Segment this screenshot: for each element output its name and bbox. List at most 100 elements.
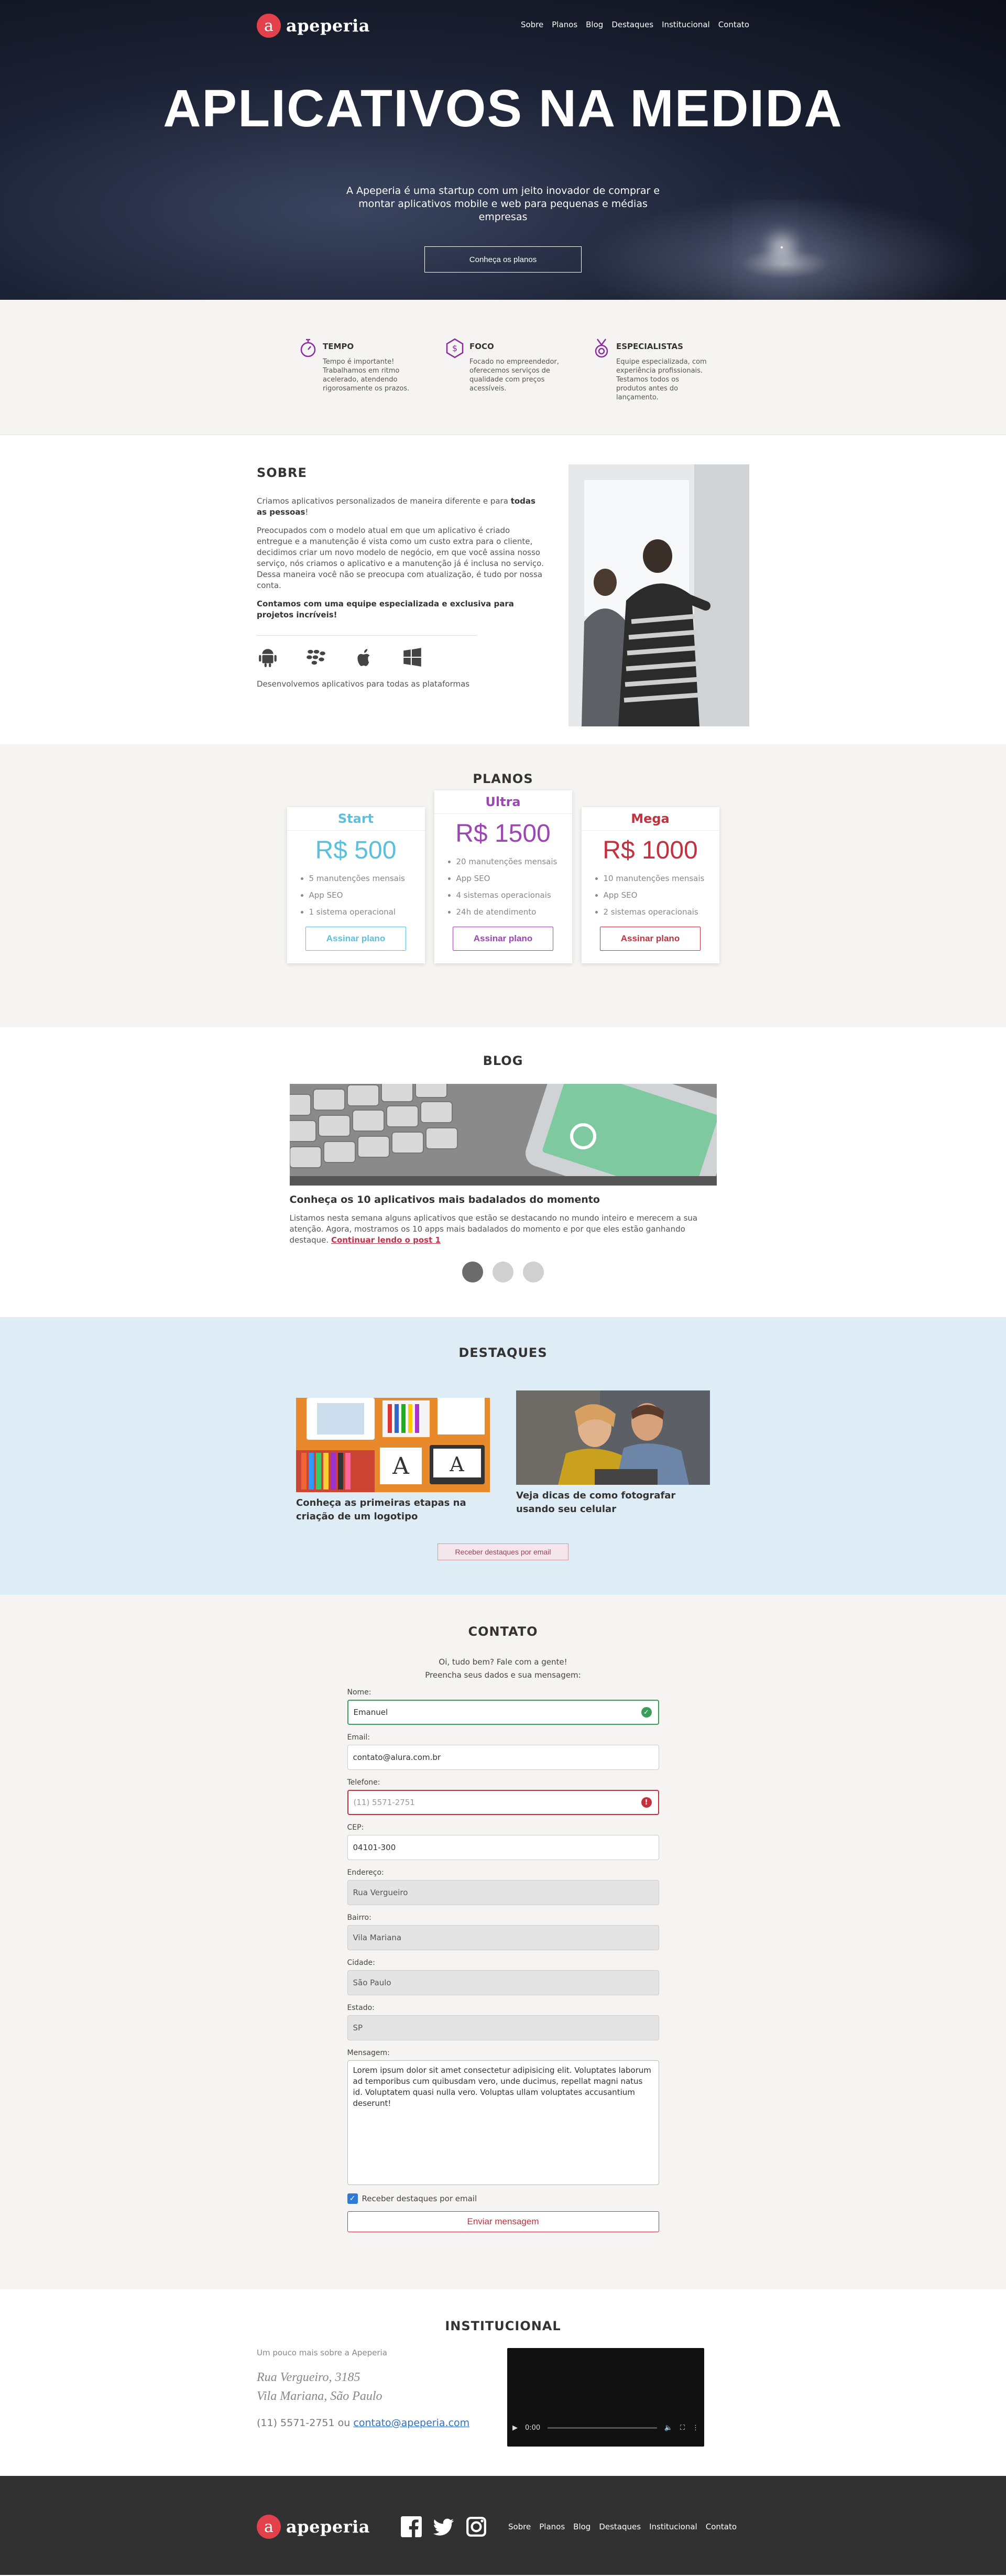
features-section: TEMPO Tempo é importante! Trabalhamos em…	[0, 300, 1006, 435]
planos-section: PLANOS Start R$ 500 5 manutenções mensai…	[0, 744, 1006, 1027]
footer-link-planos[interactable]: Planos	[539, 2522, 565, 2531]
send-message-button[interactable]: Enviar mensagem	[347, 2211, 659, 2232]
subscribe-start-button[interactable]: Assinar plano	[305, 927, 406, 951]
svg-text:A: A	[392, 1453, 410, 1480]
brand-logo[interactable]: a apeperia	[257, 14, 370, 38]
address-field[interactable]: Rua Vergueiro	[347, 1880, 659, 1905]
twitter-icon[interactable]	[433, 2516, 455, 2538]
instagram-icon[interactable]	[465, 2516, 487, 2538]
sobre-paragraph-2: Preocupados com o modelo atual em que um…	[257, 526, 544, 590]
company-contact: (11) 5571-2751 ou contato@apeperia.com	[257, 2417, 477, 2429]
nav-link-institucional[interactable]: Institucional	[662, 20, 710, 29]
state-label: Estado:	[347, 2004, 375, 2012]
institucional-subtitle: Um pouco mais sobre a Apeperia	[257, 2348, 387, 2357]
city-field[interactable]: São Paulo	[347, 1970, 659, 1995]
message-textarea[interactable]: Lorem ipsum dolor sit amet consectetur a…	[347, 2060, 659, 2185]
name-label: Nome:	[347, 1688, 371, 1697]
blog-image-illustration	[289, 1084, 717, 1186]
platforms-caption: Desenvolvemos aplicativos para todas as …	[257, 679, 470, 689]
neighborhood-field[interactable]: Vila Mariana	[347, 1925, 659, 1950]
blog-post-title[interactable]: Conheça os 10 aplicativos mais badalados…	[290, 1194, 717, 1205]
newsletter-checkbox[interactable]: ✓ Receber destaques por email	[347, 2193, 659, 2204]
feature-title: ESPECIALISTAS	[616, 342, 683, 351]
volume-icon[interactable]: 🔈	[664, 2424, 673, 2432]
plan-name: Ultra	[434, 790, 572, 814]
dollar-icon: $	[446, 338, 464, 358]
footer-link-destaques[interactable]: Destaques	[599, 2522, 641, 2531]
facebook-icon[interactable]	[400, 2516, 422, 2538]
fullscreen-icon[interactable]: ⛶	[680, 2424, 685, 2432]
plan-name: Start	[287, 807, 425, 831]
sobre-paragraph-3: Contamos com uma equipe especializada e …	[257, 599, 514, 619]
footer: a apeperia Sobre Planos Blog Destaques I…	[0, 2476, 1006, 2575]
play-icon[interactable]: ▶	[512, 2424, 518, 2432]
email-label: Email:	[347, 1733, 370, 1742]
blog-post-excerpt: Listamos nesta semana alguns aplicativos…	[290, 1213, 717, 1246]
video-controls: ▶ 0:00 🔈 ⛶ ⋮	[512, 2424, 699, 2432]
hero-section: a apeperia Sobre Planos Blog Destaques I…	[0, 0, 1006, 300]
destaque-title: Conheça as primeiras etapas na criação d…	[296, 1497, 466, 1522]
name-field[interactable]: Emanuel ✓	[347, 1700, 659, 1725]
footer-link-sobre[interactable]: Sobre	[508, 2522, 531, 2531]
contact-or: ou	[337, 2417, 351, 2429]
hero-cta-button[interactable]: Conheça os planos	[424, 246, 582, 273]
footer-link-institucional[interactable]: Institucional	[649, 2522, 697, 2531]
phone-label: Telefone:	[347, 1778, 380, 1787]
subscribe-ultra-button[interactable]: Assinar plano	[453, 927, 553, 951]
plan-price: R$ 1000	[603, 836, 698, 864]
nav-link-destaques[interactable]: Destaques	[611, 20, 653, 29]
city-value: São Paulo	[353, 1978, 391, 1987]
plan-features: 20 manutenções mensais App SEO 4 sistema…	[434, 853, 572, 920]
email-field[interactable]: contato@alura.com.br	[347, 1745, 659, 1770]
neighborhood-value: Vila Mariana	[353, 1933, 402, 1942]
nav-link-planos[interactable]: Planos	[552, 20, 577, 29]
nav-link-blog[interactable]: Blog	[586, 20, 603, 29]
hero-light-flare	[781, 246, 783, 248]
plan-card-start: Start R$ 500 5 manutenções mensais App S…	[287, 807, 425, 963]
section-title-planos: PLANOS	[473, 771, 533, 786]
footer-logo[interactable]: a apeperia	[257, 2515, 370, 2539]
subscribe-mega-button[interactable]: Assinar plano	[600, 927, 701, 951]
divider	[257, 635, 477, 636]
social-links	[400, 2516, 487, 2538]
carousel-dot-1[interactable]	[462, 1262, 483, 1282]
plan-name: Mega	[581, 807, 719, 831]
address-line-2: Vila Mariana, São Paulo	[257, 2389, 382, 2403]
state-field[interactable]: SP	[347, 2015, 659, 2040]
top-nav: a apeperia Sobre Planos Blog Destaques I…	[257, 14, 749, 38]
plan-feature: App SEO	[604, 887, 719, 904]
plan-card-ultra: Ultra R$ 1500 20 manutenções mensais App…	[434, 790, 572, 963]
brand-logo-icon: a	[257, 14, 281, 38]
feature-especialistas: ESPECIALISTAS Equipe especializada, com …	[592, 338, 739, 402]
footer-link-contato[interactable]: Contato	[706, 2522, 737, 2531]
read-more-link[interactable]: Continuar lendo o post 1	[331, 1235, 441, 1245]
feature-title: FOCO	[469, 342, 494, 351]
feature-text: Equipe especializada, com experiência pr…	[616, 358, 707, 401]
company-address: Rua Vergueiro, 3185 Vila Mariana, São Pa…	[257, 2368, 477, 2406]
cep-label: CEP:	[347, 1823, 364, 1832]
company-email-link[interactable]: contato@apeperia.com	[353, 2417, 469, 2429]
cep-field[interactable]: 04101-300	[347, 1835, 659, 1860]
team-photo	[568, 464, 749, 726]
plan-card-mega: Mega R$ 1000 10 manutenções mensais App …	[581, 807, 719, 963]
carousel-dot-3[interactable]	[523, 1262, 544, 1282]
video-progress[interactable]	[548, 2427, 657, 2429]
carousel-dot-2[interactable]	[493, 1262, 513, 1282]
apple-icon	[357, 649, 370, 666]
destaque-item-fotografar[interactable]: Veja dicas de como fotografar usando seu…	[516, 1390, 710, 1524]
destaque-item-logotipo[interactable]: A A Conheça as primeiras etapas na criaç…	[296, 1398, 490, 1524]
plan-price: R$ 1500	[455, 820, 551, 847]
brand-name: apeperia	[286, 16, 370, 36]
blackberry-icon	[307, 649, 325, 665]
nav-link-contato[interactable]: Contato	[718, 20, 749, 29]
state-value: SP	[353, 2023, 363, 2032]
more-options-icon[interactable]: ⋮	[692, 2424, 699, 2432]
blog-post-image[interactable]	[289, 1084, 717, 1186]
checkbox-checked-icon: ✓	[347, 2193, 358, 2204]
video-player[interactable]: ▶ 0:00 🔈 ⛶ ⋮	[507, 2348, 704, 2447]
phone-field[interactable]: (11) 5571-2751!	[347, 1790, 659, 1815]
nav-link-sobre[interactable]: Sobre	[521, 20, 543, 29]
contact-intro: Oi, tudo bem? Fale com a gente! Preencha…	[0, 1656, 1006, 1682]
receive-highlights-button[interactable]: Receber destaques por email	[438, 1544, 568, 1560]
footer-link-blog[interactable]: Blog	[573, 2522, 591, 2531]
